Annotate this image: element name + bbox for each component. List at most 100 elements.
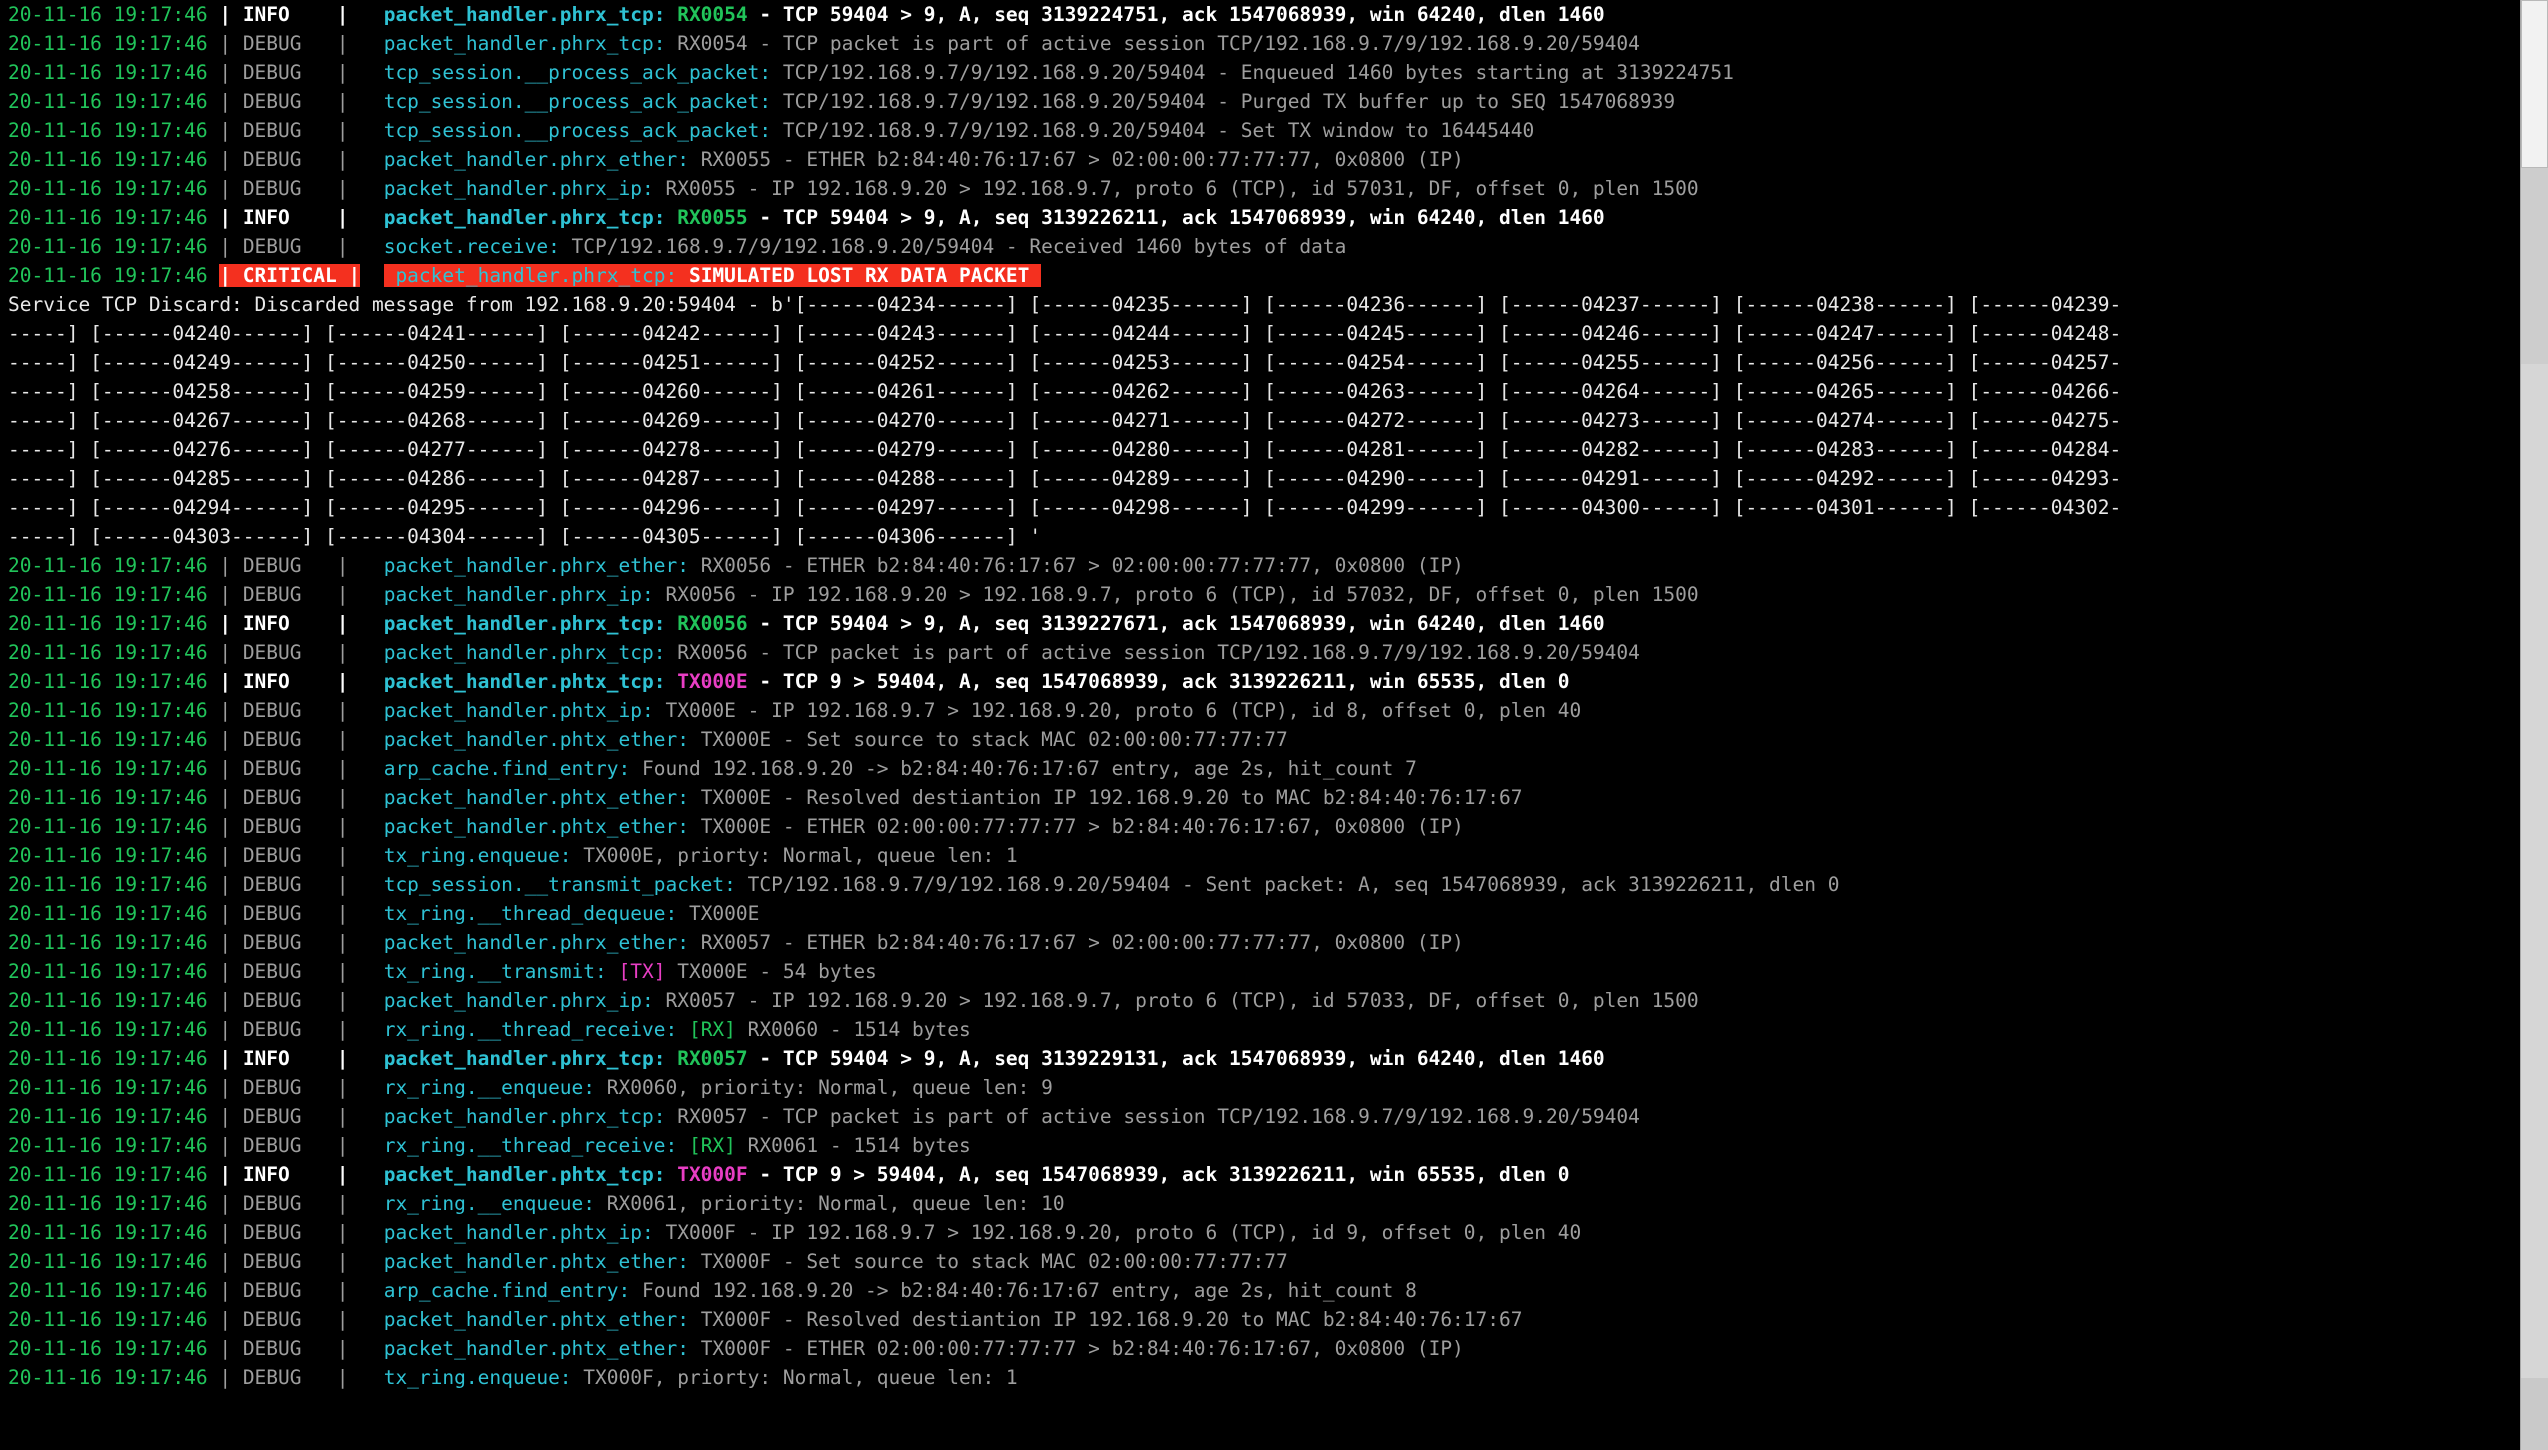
log-message: - Resolved destiantion IP 192.168.9.20 t…	[783, 786, 1523, 809]
log-level: DEBUG	[243, 815, 337, 838]
log-timestamp: 20-11-16 19:17:46	[8, 1163, 219, 1186]
log-timestamp: 20-11-16 19:17:46	[8, 554, 219, 577]
log-message: - ETHER b2:84:40:76:17:67 > 02:00:00:77:…	[783, 931, 1464, 954]
log-level: DEBUG	[243, 1279, 337, 1302]
log-packet-tag: RX0056	[665, 583, 747, 606]
log-row-debug: 20-11-16 19:17:46 | DEBUG | arp_cache.fi…	[0, 754, 2520, 783]
log-message: - IP 192.168.9.20 > 192.168.9.7, proto 6…	[748, 583, 1699, 606]
log-timestamp: 20-11-16 19:17:46	[8, 902, 219, 925]
scrollbar-thumb[interactable]	[2521, 0, 2548, 168]
log-separator: |	[219, 612, 242, 635]
log-timestamp: 20-11-16 19:17:46	[8, 1192, 219, 1215]
log-row-debug: 20-11-16 19:17:46 | DEBUG | rx_ring.__th…	[0, 1131, 2520, 1160]
log-row-debug: 20-11-16 19:17:46 | DEBUG | packet_handl…	[0, 1247, 2520, 1276]
log-separator: |	[219, 699, 242, 722]
dump-text: -----] [------04240------] [------04241-…	[8, 322, 2121, 345]
log-level: DEBUG	[243, 1221, 337, 1244]
log-level: DEBUG	[243, 1337, 337, 1360]
log-module: packet_handler.phtx_tcp:	[384, 1163, 678, 1186]
log-module: socket.receive:	[384, 235, 572, 258]
log-message: - IP 192.168.9.7 > 192.168.9.20, proto 6…	[748, 699, 1582, 722]
dump-text: -----] [------04294------] [------04295-…	[8, 496, 2121, 519]
log-level: DEBUG	[243, 728, 337, 751]
log-module: packet_handler.phtx_ether:	[384, 728, 701, 751]
log-packet-tag: TX000E	[677, 670, 759, 693]
log-message: TCP/192.168.9.7/9/192.168.9.20/59404 - R…	[572, 235, 1347, 258]
log-level: DEBUG	[243, 844, 337, 867]
log-row-debug: 20-11-16 19:17:46 | DEBUG | packet_handl…	[0, 928, 2520, 957]
log-module: tcp_session.__process_ack_packet:	[384, 119, 783, 142]
log-row-debug: 20-11-16 19:17:46 | DEBUG | tcp_session.…	[0, 87, 2520, 116]
terminal-window[interactable]: 20-11-16 19:17:46 | INFO | packet_handle…	[0, 0, 2548, 1450]
log-message: TX000E	[689, 902, 759, 925]
log-separator: |	[337, 699, 384, 722]
log-message: TCP/192.168.9.7/9/192.168.9.20/59404 - P…	[783, 90, 1675, 113]
log-module: rx_ring.__thread_receive:	[384, 1134, 689, 1157]
log-level: INFO	[243, 1163, 337, 1186]
log-level: INFO	[243, 3, 337, 26]
log-separator: |	[219, 931, 242, 954]
log-module: tcp_session.__transmit_packet:	[384, 873, 748, 896]
log-separator: |	[337, 119, 384, 142]
log-timestamp: 20-11-16 19:17:46	[8, 1366, 219, 1389]
log-packet-tag: RX0055	[677, 206, 759, 229]
log-separator: |	[337, 670, 384, 693]
log-module: tcp_session.__process_ack_packet:	[384, 90, 783, 113]
log-row-debug: 20-11-16 19:17:46 | DEBUG | tcp_session.…	[0, 116, 2520, 145]
log-separator: |	[219, 90, 242, 113]
log-separator: |	[219, 902, 242, 925]
log-timestamp: 20-11-16 19:17:46	[8, 264, 219, 287]
log-row-debug: 20-11-16 19:17:46 | DEBUG | packet_handl…	[0, 1334, 2520, 1363]
scrollbar-lower-segment[interactable]	[2521, 1378, 2548, 1450]
log-packet-tag: RX0055	[701, 148, 783, 171]
log-module: packet_handler.phrx_tcp:	[384, 206, 678, 229]
log-separator: |	[219, 1163, 242, 1186]
log-separator: |	[219, 61, 242, 84]
log-row-info: 20-11-16 19:17:46 | INFO | packet_handle…	[0, 203, 2520, 232]
log-module: packet_handler.phtx_ether:	[384, 815, 701, 838]
scrollbar-thumb-secondary[interactable]	[2521, 168, 2548, 364]
log-module: packet_handler.phtx_ip:	[384, 699, 666, 722]
log-module: packet_handler.phrx_tcp:	[384, 1105, 678, 1128]
log-timestamp: 20-11-16 19:17:46	[8, 1250, 219, 1273]
log-timestamp: 20-11-16 19:17:46	[8, 1221, 219, 1244]
log-module: rx_ring.__enqueue:	[384, 1192, 607, 1215]
log-level: DEBUG	[243, 1105, 337, 1128]
log-separator: |	[219, 1105, 242, 1128]
log-separator: |	[219, 1047, 242, 1070]
log-level: DEBUG	[243, 148, 337, 171]
dump-text: -----] [------04285------] [------04286-…	[8, 467, 2121, 490]
log-message: - TCP 9 > 59404, A, seq 1547068939, ack …	[759, 670, 1569, 693]
log-separator: |	[337, 931, 384, 954]
log-timestamp: 20-11-16 19:17:46	[8, 815, 219, 838]
log-level: DEBUG	[243, 61, 337, 84]
log-separator: |	[337, 1221, 384, 1244]
log-separator: |	[219, 728, 242, 751]
log-level: DEBUG	[243, 757, 337, 780]
log-message: TCP/192.168.9.7/9/192.168.9.20/59404 - S…	[783, 119, 1534, 142]
log-timestamp: 20-11-16 19:17:46	[8, 119, 219, 142]
log-timestamp: 20-11-16 19:17:46	[8, 1337, 219, 1360]
log-separator: |	[219, 119, 242, 142]
log-separator: |	[337, 1018, 384, 1041]
log-level: DEBUG	[243, 583, 337, 606]
log-module: packet_handler.phrx_tcp:	[384, 612, 678, 635]
log-dump-line: -----] [------04294------] [------04295-…	[0, 493, 2520, 522]
vertical-scrollbar[interactable]	[2520, 0, 2548, 1450]
critical-level-badge: | CRITICAL |	[219, 264, 360, 287]
log-separator: |	[219, 177, 242, 200]
log-module: packet_handler.phrx_ip:	[384, 989, 666, 1012]
log-packet-tag: RX0057	[701, 931, 783, 954]
log-separator: |	[337, 206, 384, 229]
log-message: - TCP 59404 > 9, A, seq 3139224751, ack …	[759, 3, 1604, 26]
log-separator: |	[219, 1250, 242, 1273]
log-level: DEBUG	[243, 1250, 337, 1273]
log-level: DEBUG	[243, 873, 337, 896]
dump-text: -----] [------04267------] [------04268-…	[8, 409, 2121, 432]
log-row-debug: 20-11-16 19:17:46 | DEBUG | packet_handl…	[0, 1218, 2520, 1247]
log-separator: |	[337, 235, 384, 258]
log-packet-tag: RX0054	[677, 32, 759, 55]
log-timestamp: 20-11-16 19:17:46	[8, 699, 219, 722]
log-timestamp: 20-11-16 19:17:46	[8, 1134, 219, 1157]
log-separator: |	[337, 1366, 384, 1389]
